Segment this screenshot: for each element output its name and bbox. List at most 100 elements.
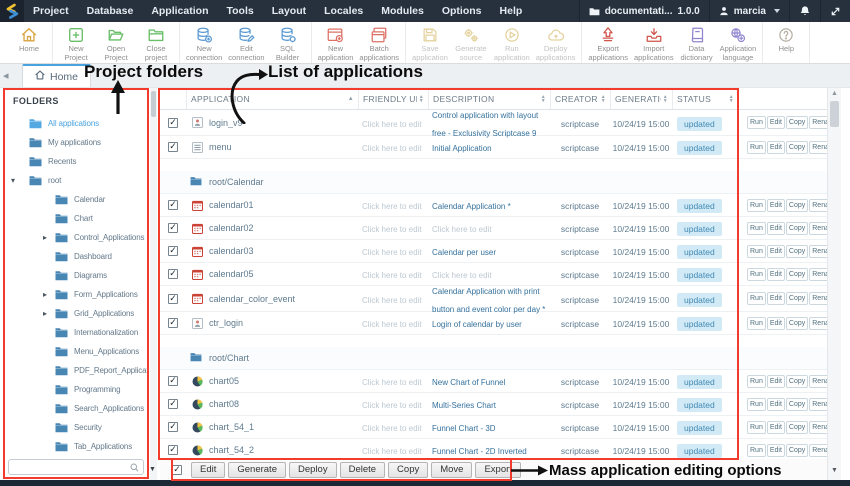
rename-button[interactable]: Rename [809, 268, 827, 281]
mass-delete-button[interactable]: Delete [340, 462, 385, 478]
friendly-url-edit-link[interactable]: Click here to edit [362, 120, 422, 129]
run-button[interactable]: Run [747, 317, 766, 330]
sidebar-item-diagrams[interactable]: Diagrams [3, 266, 149, 285]
edit-button[interactable]: Edit [767, 268, 785, 281]
table-scroll-down-icon[interactable]: ▼ [831, 467, 838, 474]
column-header-creator[interactable]: CREATOR▲▼ [550, 88, 610, 109]
rename-button[interactable]: Rename [809, 245, 827, 258]
row-checkbox[interactable] [168, 422, 178, 432]
edit-button[interactable]: Edit [767, 116, 785, 129]
sort-icon[interactable]: ▲▼ [541, 95, 546, 103]
copy-button[interactable]: Copy [786, 317, 808, 330]
edit-button[interactable]: Edit [767, 398, 785, 411]
data-dictionary-button[interactable]: Data dictionary [677, 24, 717, 61]
menu-item-locales[interactable]: Locales [315, 5, 372, 17]
app-description[interactable]: Calendar per user [432, 248, 496, 257]
menu-item-tools[interactable]: Tools [217, 5, 262, 17]
table-scrollbar[interactable]: ▲ ▼ [827, 88, 841, 480]
sort-ascending-icon[interactable]: ▲ [348, 96, 354, 102]
fullscreen-button[interactable] [820, 0, 850, 22]
rename-button[interactable]: Rename [809, 199, 827, 212]
run-button[interactable]: Run [747, 116, 766, 129]
edit-button[interactable]: Edit [767, 199, 785, 212]
friendly-url-edit-link[interactable]: Click here to edit [362, 401, 422, 410]
mass-export-button[interactable]: Export [475, 462, 520, 478]
friendly-url-edit-link[interactable]: Click here to edit [362, 202, 422, 211]
edit-connection-button[interactable]: Edit connection [225, 24, 267, 61]
copy-button[interactable]: Copy [786, 421, 808, 434]
sort-icon[interactable]: ▲▼ [419, 95, 424, 103]
column-header-status[interactable]: STATUS▲▼ [672, 88, 738, 109]
rename-button[interactable]: Rename [809, 375, 827, 388]
row-checkbox[interactable] [168, 142, 178, 152]
edit-button[interactable]: Edit [767, 375, 785, 388]
sidebar-scrollbar[interactable]: ▼ [150, 88, 157, 480]
sidebar-scrollbar-thumb[interactable] [151, 91, 156, 117]
sql-builder-button[interactable]: SQL Builder [268, 24, 308, 61]
copy-button[interactable]: Copy [786, 292, 808, 305]
batch-applications-button[interactable]: Batch applications [356, 24, 402, 61]
sidebar-item-grid-applications[interactable]: ▸Grid_Applications [3, 304, 149, 323]
rename-button[interactable]: Rename [809, 116, 827, 129]
edit-button[interactable]: Edit [767, 317, 785, 330]
app-name-link[interactable]: ctr_login [209, 318, 243, 328]
copy-button[interactable]: Copy [786, 444, 808, 457]
tab-scroll-left-icon[interactable]: ◂ [3, 69, 9, 82]
column-header-application[interactable]: APPLICATION▲ [186, 88, 358, 109]
run-button[interactable]: Run [747, 444, 766, 457]
sidebar-item-all-applications[interactable]: All applications [3, 114, 149, 133]
sidebar-item-dashboard[interactable]: Dashboard [3, 247, 149, 266]
folder-search-input[interactable] [9, 461, 130, 473]
app-name-link[interactable]: chart05 [209, 376, 239, 386]
menu-item-layout[interactable]: Layout [263, 5, 315, 17]
friendly-url-edit-link[interactable]: Click here to edit [362, 296, 422, 305]
copy-button[interactable]: Copy [786, 141, 808, 154]
rename-button[interactable]: Rename [809, 444, 827, 457]
row-checkbox[interactable] [168, 269, 178, 279]
sidebar-scroll-down-icon[interactable]: ▼ [149, 466, 156, 473]
table-scroll-up-icon[interactable]: ▲ [831, 90, 838, 97]
tree-expand-right-icon[interactable]: ▸ [43, 290, 47, 299]
sidebar-item-my-applications[interactable]: My applications [3, 133, 149, 152]
run-button[interactable]: Run [747, 141, 766, 154]
run-button[interactable]: Run [747, 222, 766, 235]
app-name-link[interactable]: chart_54_2 [209, 445, 254, 455]
app-description[interactable]: Calendar Application * [432, 202, 511, 211]
friendly-url-edit-link[interactable]: Click here to edit [362, 271, 422, 280]
new-connection-button[interactable]: New connection [183, 24, 225, 61]
app-description[interactable]: Calendar Application with print button a… [432, 287, 545, 314]
table-scrollbar-thumb[interactable] [830, 101, 839, 127]
edit-button[interactable]: Edit [767, 444, 785, 457]
edit-button[interactable]: Edit [767, 222, 785, 235]
row-checkbox[interactable] [168, 200, 178, 210]
app-name-link[interactable]: calendar_color_event [209, 294, 295, 304]
export-applications-button[interactable]: Export applications [585, 24, 631, 61]
row-checkbox[interactable] [168, 223, 178, 233]
row-checkbox[interactable] [168, 399, 178, 409]
notifications-button[interactable] [789, 0, 820, 22]
app-name-link[interactable]: menu [209, 142, 232, 152]
sort-icon[interactable]: ▲▼ [663, 95, 668, 103]
sort-icon[interactable]: ▲▼ [729, 95, 734, 103]
rename-button[interactable]: Rename [809, 317, 827, 330]
copy-button[interactable]: Copy [786, 116, 808, 129]
run-button[interactable]: Run [747, 292, 766, 305]
edit-button[interactable]: Edit [767, 421, 785, 434]
app-description[interactable]: Click here to edit [432, 225, 492, 234]
home-button[interactable]: Home [9, 24, 49, 61]
app-name-link[interactable]: calendar01 [209, 200, 254, 210]
menu-item-project[interactable]: Project [24, 5, 78, 17]
copy-button[interactable]: Copy [786, 245, 808, 258]
app-name-link[interactable]: chart08 [209, 399, 239, 409]
open-project-button[interactable]: Open Project [96, 24, 136, 61]
user-menu[interactable]: marcia [709, 0, 789, 22]
sidebar-item-form-applications[interactable]: ▸Form_Applications [3, 285, 149, 304]
sidebar-item-recents[interactable]: Recents [3, 152, 149, 171]
sidebar-item-calendar[interactable]: Calendar [3, 190, 149, 209]
new-project-button[interactable]: New Project [56, 24, 96, 61]
friendly-url-edit-link[interactable]: Click here to edit [362, 378, 422, 387]
run-button[interactable]: Run [747, 375, 766, 388]
sidebar-item-programming[interactable]: Programming [3, 380, 149, 399]
menu-item-modules[interactable]: Modules [372, 5, 433, 17]
app-description[interactable]: Initial Application [432, 144, 492, 153]
